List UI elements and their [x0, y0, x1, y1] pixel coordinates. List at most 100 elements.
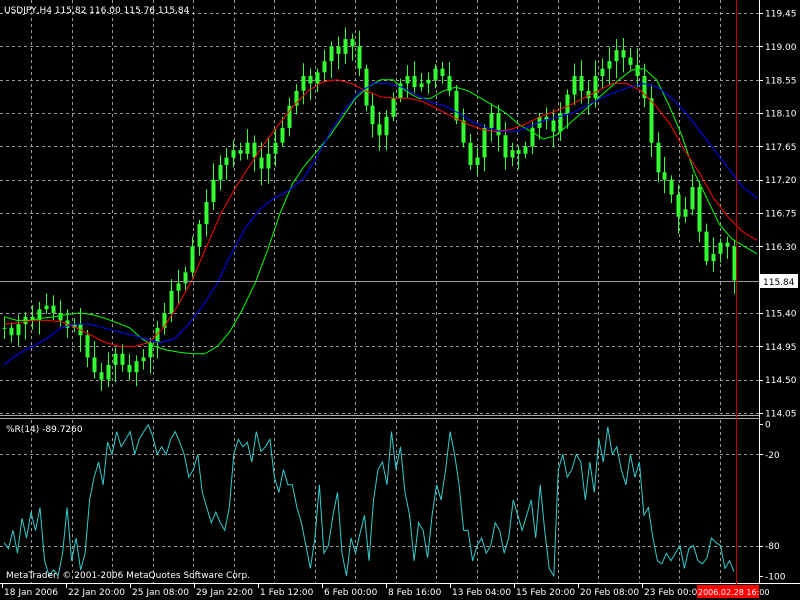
- candle-body[interactable]: [475, 157, 480, 165]
- x-tick-label: 18 Jan 2006: [4, 588, 58, 598]
- candle-body[interactable]: [92, 357, 97, 373]
- candle-body[interactable]: [58, 313, 63, 321]
- candle-body[interactable]: [433, 68, 438, 80]
- candle-body[interactable]: [579, 76, 584, 91]
- x-tick-label: 25 Jan 08:00: [132, 588, 189, 598]
- candle-body[interactable]: [725, 242, 730, 247]
- candle-body[interactable]: [190, 246, 195, 273]
- candle-body[interactable]: [628, 57, 633, 65]
- candle-body[interactable]: [461, 120, 466, 143]
- candle-body[interactable]: [732, 246, 737, 281]
- candle-body[interactable]: [635, 64, 640, 77]
- x-tick-label: 23 Feb 00:00: [644, 588, 703, 598]
- candle-body[interactable]: [600, 68, 605, 77]
- candle-body[interactable]: [343, 39, 348, 54]
- candle-body[interactable]: [440, 68, 445, 77]
- candle-body[interactable]: [503, 135, 508, 158]
- candle-body[interactable]: [259, 157, 264, 169]
- candle-body[interactable]: [711, 253, 716, 262]
- candle-body[interactable]: [44, 305, 49, 310]
- candle-body[interactable]: [621, 50, 626, 58]
- candle-body[interactable]: [280, 127, 285, 143]
- candle-body[interactable]: [106, 364, 111, 380]
- candle-body[interactable]: [329, 46, 334, 62]
- candle-body[interactable]: [412, 76, 417, 88]
- candle-body[interactable]: [169, 290, 174, 314]
- candle-body[interactable]: [656, 142, 661, 173]
- candle-body[interactable]: [426, 79, 431, 84]
- candle-body[interactable]: [336, 46, 341, 54]
- candle-body[interactable]: [377, 124, 382, 136]
- candle-body[interactable]: [565, 94, 570, 114]
- candle-body[interactable]: [245, 142, 250, 154]
- candle-body[interactable]: [454, 90, 459, 121]
- candle-body[interactable]: [593, 76, 598, 99]
- wpr-tick-label: -80: [765, 542, 780, 552]
- candle-body[interactable]: [357, 46, 362, 69]
- candle-body[interactable]: [419, 83, 424, 88]
- candle-body[interactable]: [141, 357, 146, 362]
- wpr-tick-label: 0: [765, 421, 771, 431]
- price-tag: 115.84: [763, 278, 795, 288]
- x-tick-label: 8 Feb 16:00: [388, 588, 442, 598]
- candle-body[interactable]: [510, 150, 515, 158]
- candle-body[interactable]: [683, 209, 688, 217]
- candle-body[interactable]: [218, 164, 223, 180]
- candle-body[interactable]: [704, 231, 709, 262]
- wpr-tick-label: -20: [765, 451, 780, 461]
- candle-body[interactable]: [391, 98, 396, 117]
- candle-body[interactable]: [99, 372, 104, 380]
- candle-body[interactable]: [649, 98, 654, 143]
- x-tick-label: 13 Feb 04:00: [452, 588, 511, 598]
- candle-body[interactable]: [211, 179, 216, 202]
- candle-body[interactable]: [468, 142, 473, 165]
- candle-body[interactable]: [197, 224, 202, 247]
- x-tick-label: 29 Jan 22:00: [196, 588, 253, 598]
- candle-body[interactable]: [697, 187, 702, 232]
- x-tick-label: 1 Feb 12:00: [260, 588, 314, 598]
- candle-body[interactable]: [405, 76, 410, 84]
- candle-body[interactable]: [384, 116, 389, 136]
- candle-body[interactable]: [370, 105, 375, 125]
- candle-body[interactable]: [224, 157, 229, 165]
- candle-body[interactable]: [718, 242, 723, 254]
- candle-body[interactable]: [127, 364, 132, 373]
- candle-body[interactable]: [551, 120, 556, 132]
- candle-body[interactable]: [676, 194, 681, 217]
- candle-body[interactable]: [572, 76, 577, 95]
- candle-body[interactable]: [176, 283, 181, 291]
- x-tick-label: 15 Feb 20:00: [516, 588, 575, 598]
- candle-body[interactable]: [662, 172, 667, 180]
- candle-body[interactable]: [120, 353, 125, 365]
- candle-body[interactable]: [530, 127, 535, 147]
- candle-body[interactable]: [266, 153, 271, 169]
- candle-body[interactable]: [238, 150, 243, 154]
- candle-body[interactable]: [85, 335, 90, 358]
- y-tick-label: 116.75: [765, 210, 797, 220]
- candle-body[interactable]: [273, 142, 278, 154]
- candle-body[interactable]: [231, 150, 236, 158]
- current-time-tag: 2006.02.28 16:00: [698, 588, 769, 597]
- candle-body[interactable]: [516, 150, 521, 154]
- candle-body[interactable]: [489, 113, 494, 128]
- candle-body[interactable]: [51, 305, 56, 314]
- candle-body[interactable]: [9, 327, 14, 336]
- candle-body[interactable]: [614, 50, 619, 62]
- candle-body[interactable]: [204, 201, 209, 225]
- copyright-text: MetaTrader, © 2001-2006 MetaQuotes Softw…: [6, 571, 250, 581]
- candle-body[interactable]: [2, 327, 7, 329]
- candle-body[interactable]: [690, 187, 695, 210]
- candle-body[interactable]: [607, 61, 612, 69]
- candle-body[interactable]: [350, 39, 355, 47]
- candle-body[interactable]: [315, 72, 320, 84]
- candle-body[interactable]: [113, 353, 118, 365]
- candle-body[interactable]: [482, 127, 487, 158]
- candle-body[interactable]: [669, 179, 674, 195]
- candle-body[interactable]: [523, 146, 528, 154]
- candle-body[interactable]: [16, 324, 21, 336]
- chart-window[interactable]: 119.45 119.00 118.55 118.10 117.65 117.20 116.…: [0, 0, 800, 600]
- candle-body[interactable]: [308, 76, 313, 84]
- candle-body[interactable]: [134, 361, 139, 373]
- candle-body[interactable]: [322, 61, 327, 73]
- candle-body[interactable]: [301, 76, 306, 91]
